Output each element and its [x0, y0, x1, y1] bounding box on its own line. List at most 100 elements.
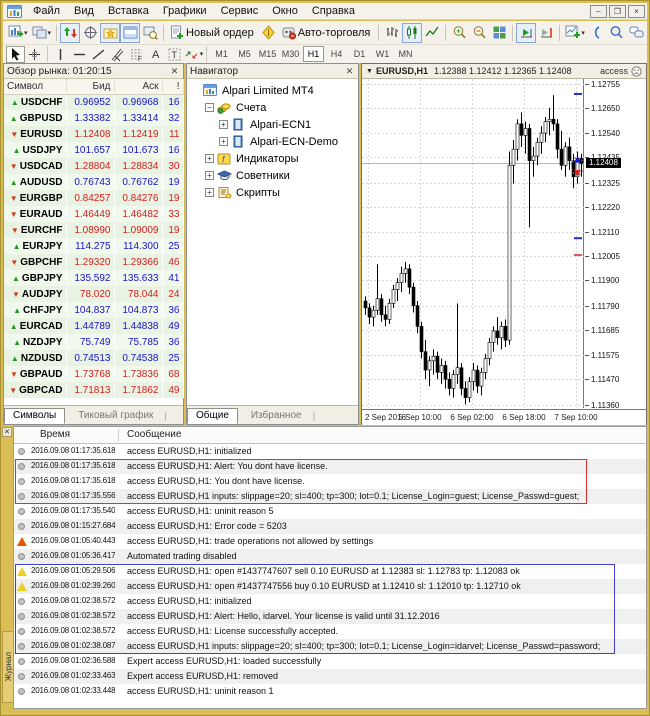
market-watch-tab-0[interactable]: Символы — [4, 408, 65, 424]
menu-item-3[interactable]: Графики — [156, 4, 214, 18]
navigator-item-alpari-ecn-demo[interactable]: +Alpari-ECN-Demo — [189, 133, 358, 150]
timeframe-h4[interactable]: H4 — [326, 46, 347, 62]
strategy-tester-button[interactable] — [140, 23, 160, 43]
navigator-tab-0[interactable]: Общие — [187, 408, 238, 424]
chart-time-axis[interactable]: 2 Sep 20165 Sep 10:006 Sep 02:006 Sep 18… — [362, 409, 646, 425]
menu-item-0[interactable]: Файл — [26, 4, 67, 18]
new-order-button[interactable]: Новый ордер — [167, 23, 259, 43]
profiles-button[interactable]: ▾ — [30, 23, 54, 43]
cursor-button[interactable] — [6, 46, 25, 63]
terminal-tab-journal[interactable]: Журнал — [2, 631, 14, 703]
navigator-button[interactable] — [100, 23, 120, 43]
chevron-down-icon[interactable]: ▾ — [200, 50, 204, 58]
market-watch-row-GBPCAD[interactable]: ▼GBPCAD1.718131.7186249 — [4, 382, 183, 398]
market-watch-col-0[interactable]: Символ — [4, 79, 66, 94]
crosshair-button[interactable] — [25, 46, 44, 63]
journal-row[interactable]: 2016.09.08 01:02:39.260access EURUSD,H1:… — [14, 579, 646, 594]
journal-row[interactable]: 2016.09.08 01:02:33.463Expert access EUR… — [14, 669, 646, 684]
timeframe-m30[interactable]: M30 — [280, 46, 301, 62]
text-button[interactable]: A — [146, 46, 165, 63]
journal-row[interactable]: 2016.09.08 01:02:38.572access EURUSD,H1:… — [14, 624, 646, 639]
market-watch-row-EURAUD[interactable]: ▼EURAUD1.464491.4648233 — [4, 206, 183, 222]
timeframe-w1[interactable]: W1 — [372, 46, 393, 62]
auto-scroll-button[interactable] — [516, 23, 536, 43]
journal-row[interactable]: 2016.09.08 01:05:29.506access EURUSD,H1:… — [14, 564, 646, 579]
market-watch-row-USDJPY[interactable]: ▲USDJPY101.657101.67316 — [4, 142, 183, 158]
market-watch-button[interactable] — [60, 23, 80, 43]
market-watch-row-USDCAD[interactable]: ▼USDCAD1.288041.2883430 — [4, 158, 183, 174]
market-watch-row-AUDUSD[interactable]: ▲AUDUSD0.767430.7676219 — [4, 174, 183, 190]
journal-row[interactable]: 2016.09.08 01:05:36.417Automated trading… — [14, 549, 646, 564]
timeframe-m15[interactable]: M15 — [257, 46, 278, 62]
menu-item-4[interactable]: Сервис — [214, 4, 266, 18]
timeframe-mn[interactable]: MN — [395, 46, 416, 62]
navigator-item-alpari-limited-mt4[interactable]: Alpari Limited MT4 — [189, 82, 358, 99]
chevron-down-icon[interactable]: ▾ — [24, 29, 28, 37]
line-chart-button[interactable] — [422, 23, 442, 43]
close-icon[interactable]: ✕ — [344, 66, 355, 77]
journal-row[interactable]: 2016.09.08 01:02:36.588Expert access EUR… — [14, 654, 646, 669]
vertical-line-button[interactable] — [51, 46, 70, 63]
expand-icon[interactable]: + — [219, 137, 228, 146]
navigator-tab-1[interactable]: Избранное — [242, 408, 311, 424]
navigator-item-скрипты[interactable]: +Скрипты — [189, 184, 358, 201]
market-watch-row-CHFJPY[interactable]: ▲CHFJPY104.837104.87336 — [4, 302, 183, 318]
zoom-in-button[interactable] — [449, 23, 469, 43]
terminal-button[interactable] — [120, 23, 140, 43]
horizontal-line-button[interactable] — [70, 46, 89, 63]
journal-row[interactable]: 2016.09.08 01:02:38.087access EURUSD,H1 … — [14, 639, 646, 654]
data-window-button[interactable] — [80, 23, 100, 43]
collapse-icon[interactable]: − — [205, 103, 214, 112]
journal-row[interactable]: 2016.09.08 01:17:35.618access EURUSD,H1:… — [14, 459, 646, 474]
bar-chart-button[interactable] — [382, 23, 402, 43]
chart-collapse-icon[interactable]: ▼ — [366, 68, 373, 75]
expand-icon[interactable]: + — [205, 154, 214, 163]
market-watch-row-EURJPY[interactable]: ▲EURJPY114.275114.30025 — [4, 238, 183, 254]
market-watch-col-1[interactable]: Бид — [66, 79, 114, 94]
expand-icon[interactable]: + — [205, 188, 214, 197]
timeframe-m5[interactable]: M5 — [234, 46, 255, 62]
chart-shift-button[interactable] — [536, 23, 556, 43]
journal-row[interactable]: 2016.09.08 01:02:38.572access EURUSD,H1:… — [14, 594, 646, 609]
market-watch-tab-1[interactable]: Тиковый график — [69, 408, 162, 424]
market-watch-col-3[interactable]: ! — [162, 79, 183, 94]
periods-button[interactable] — [587, 23, 607, 43]
journal-row[interactable]: 2016.09.08 01:17:35.618access EURUSD,H1:… — [14, 474, 646, 489]
timeframe-m1[interactable]: M1 — [211, 46, 232, 62]
journal-row[interactable]: 2016.09.08 01:02:38.572access EURUSD,H1:… — [14, 609, 646, 624]
market-watch-row-USDCHF[interactable]: ▲USDCHF0.969520.9696816 — [4, 94, 183, 110]
arrows-button[interactable]: ▾ — [184, 46, 203, 63]
journal-row[interactable]: 2016.09.08 01:17:35.556access EURUSD,H1 … — [14, 489, 646, 504]
fibonacci-button[interactable]: F — [127, 46, 146, 63]
tile-windows-button[interactable] — [489, 23, 509, 43]
market-watch-row-AUDJPY[interactable]: ▼AUDJPY78.02078.04424 — [4, 286, 183, 302]
metaeditor-button[interactable] — [259, 23, 279, 43]
market-watch-row-GBPAUD[interactable]: ▼GBPAUD1.737681.7383668 — [4, 366, 183, 382]
search-button[interactable] — [607, 23, 627, 43]
expand-icon[interactable]: + — [205, 171, 214, 180]
market-watch-row-GBPUSD[interactable]: ▲GBPUSD1.333821.3341432 — [4, 110, 183, 126]
timeframe-h1[interactable]: H1 — [303, 46, 324, 62]
chat-button[interactable] — [627, 23, 647, 43]
chart-price-axis[interactable]: 1.127551.126501.125401.124351.123251.122… — [585, 79, 646, 408]
terminal-close-icon[interactable]: ✕ — [2, 427, 12, 437]
trendline-button[interactable] — [89, 46, 108, 63]
market-watch-row-EURCHF[interactable]: ▼EURCHF1.089901.0900919 — [4, 222, 183, 238]
journal-row[interactable]: 2016.09.08 01:02:33.448access EURUSD,H1:… — [14, 684, 646, 699]
journal-row[interactable]: 2016.09.08 01:15:27.684access EURUSD,H1:… — [14, 519, 646, 534]
market-watch-row-EURGBP[interactable]: ▼EURGBP0.842570.8427619 — [4, 190, 183, 206]
restore-button[interactable]: ❐ — [609, 5, 626, 18]
navigator-item-счета[interactable]: −Счета — [189, 99, 358, 116]
indicators-button[interactable]: ▾ — [563, 23, 587, 43]
navigator-item-alpari-ecn1[interactable]: +Alpari-ECN1 — [189, 116, 358, 133]
market-watch-row-GBPCHF[interactable]: ▼GBPCHF1.293201.2936646 — [4, 254, 183, 270]
menu-item-6[interactable]: Справка — [305, 4, 362, 18]
chevron-down-icon[interactable]: ▾ — [48, 29, 52, 37]
navigator-item-индикаторы[interactable]: +fИндикаторы — [189, 150, 358, 167]
close-button[interactable]: × — [628, 5, 645, 18]
close-icon[interactable]: ✕ — [169, 66, 180, 77]
new-chart-button[interactable]: ▾ — [6, 23, 30, 43]
expand-icon[interactable]: + — [219, 120, 228, 129]
market-watch-row-NZDJPY[interactable]: ▲NZDJPY75.74975.78536 — [4, 334, 183, 350]
journal-row[interactable]: 2016.09.08 01:17:35.618access EURUSD,H1:… — [14, 444, 646, 459]
